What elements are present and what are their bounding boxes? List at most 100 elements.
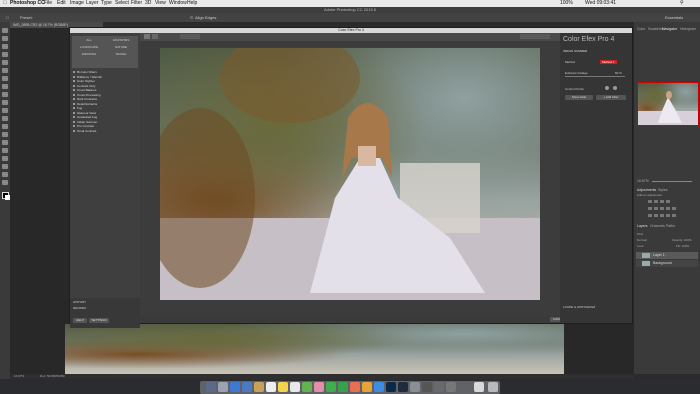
menu-filter[interactable]: Filter [131, 0, 142, 7]
align-edges-checkbox[interactable]: Align Edges [190, 14, 216, 21]
path-select-tool-icon[interactable] [2, 156, 8, 161]
notes-icon[interactable] [278, 382, 288, 392]
tab-favorites[interactable]: FAVORITES [106, 38, 136, 42]
tab-layers[interactable]: Layers [637, 224, 648, 228]
menu-layer[interactable]: Layer [86, 0, 99, 7]
history-section[interactable]: HISTORY [73, 300, 86, 304]
menu-type[interactable]: Type [101, 0, 112, 7]
shape-tool-icon[interactable] [2, 164, 8, 169]
color-balance-icon[interactable] [660, 207, 664, 210]
finder-icon[interactable] [206, 382, 216, 392]
trash-icon[interactable] [488, 382, 498, 392]
system-preferences-icon[interactable] [410, 382, 420, 392]
eraser-tool-icon[interactable] [2, 108, 8, 113]
remove-control-point-icon[interactable] [613, 86, 617, 90]
method-dropdown[interactable]: Method 1 [600, 60, 617, 64]
fill-field[interactable]: Fill: 100% [676, 244, 689, 248]
photo-filter-icon[interactable] [672, 207, 676, 210]
gradient-map-icon[interactable] [666, 214, 670, 217]
tab-nature[interactable]: NATURE [106, 45, 136, 49]
blend-mode-dropdown[interactable]: Normal [637, 238, 647, 242]
navigator-thumbnail[interactable] [637, 82, 699, 126]
dodge-tool-icon[interactable] [2, 132, 8, 137]
menu-image[interactable]: Image [70, 0, 84, 7]
menu-app[interactable]: Photoshop CC [10, 0, 45, 7]
selective-color-icon[interactable] [672, 214, 676, 217]
filter-item[interactable]: Tonal Contrast [73, 129, 137, 133]
menu-edit[interactable]: Edit [57, 0, 66, 7]
vibrance-icon[interactable] [648, 207, 652, 210]
crop-tool-icon[interactable] [2, 60, 8, 65]
navigator-zoom-slider[interactable] [652, 181, 692, 182]
tab-styles[interactable]: Styles [658, 188, 668, 192]
tab-histogram[interactable]: Histogram [680, 27, 696, 31]
single-view-icon[interactable] [144, 34, 150, 39]
brightness-contrast-icon[interactable] [648, 200, 652, 203]
dock-app-icon[interactable] [422, 382, 432, 392]
help-button[interactable]: HELP [73, 318, 87, 323]
dock-app-icon[interactable] [446, 382, 456, 392]
layer-kind-filter[interactable]: Kind [637, 232, 643, 236]
tab-color[interactable]: Color [637, 27, 645, 31]
hand-tool-icon[interactable] [2, 172, 8, 177]
quick-select-tool-icon[interactable] [2, 52, 8, 57]
photos-icon[interactable] [314, 382, 324, 392]
safari-icon[interactable] [230, 382, 240, 392]
threshold-icon[interactable] [660, 214, 664, 217]
hue-saturation-icon[interactable] [654, 207, 658, 210]
tab-landscape[interactable]: LANDSCAPE [74, 45, 104, 49]
menu-help[interactable]: Help [187, 0, 197, 7]
layer-row[interactable]: Background [636, 260, 698, 267]
downloads-stack-icon[interactable] [474, 382, 484, 392]
tab-channels[interactable]: Channels [650, 224, 665, 228]
menu-select[interactable]: Select [115, 0, 129, 7]
add-filter-button[interactable]: + Add Filter [596, 95, 626, 100]
menu-file[interactable]: File [44, 0, 52, 7]
menu-3d[interactable]: 3D [145, 0, 151, 7]
settings-button[interactable]: SETTINGS [89, 318, 109, 323]
tab-travel[interactable]: TRAVEL [106, 52, 136, 56]
background-color-selector[interactable] [520, 34, 550, 39]
app-store-icon[interactable] [374, 382, 384, 392]
foliage-slider[interactable] [565, 76, 625, 77]
compare-button[interactable] [180, 34, 200, 39]
maps-icon[interactable] [302, 382, 312, 392]
tab-paths[interactable]: Paths [666, 224, 675, 228]
tab-swatches[interactable]: Swatches [648, 27, 663, 31]
filter-name[interactable]: INDIAN SUMMER [563, 49, 587, 53]
workspace-switcher[interactable]: Essentials [665, 14, 683, 21]
marquee-tool-icon[interactable]: □ [6, 14, 8, 21]
reminders-icon[interactable] [290, 382, 300, 392]
menu-window[interactable]: Window [169, 0, 187, 7]
exposure-icon[interactable] [666, 200, 670, 203]
invert-icon[interactable] [648, 214, 652, 217]
mail-icon[interactable] [242, 382, 252, 392]
calendar-icon[interactable] [266, 382, 276, 392]
blur-tool-icon[interactable] [2, 124, 8, 129]
eyedropper-tool-icon[interactable] [2, 68, 8, 73]
black-white-icon[interactable] [666, 207, 670, 210]
loupe-histogram-section[interactable]: LOUPE & HISTOGRAM [563, 305, 595, 309]
navigator-zoom[interactable]: 16.67% [637, 179, 649, 183]
tab-wedding[interactable]: WEDDING [74, 52, 104, 56]
tab-navigator[interactable]: Navigator [662, 27, 677, 31]
recipes-section[interactable]: RECIPES [73, 306, 86, 310]
itunes-icon[interactable] [350, 382, 360, 392]
photoshop-icon[interactable] [386, 382, 396, 392]
dock-app-icon[interactable] [434, 382, 444, 392]
posterize-icon[interactable] [654, 214, 658, 217]
tab-adjustments[interactable]: Adjustments [637, 188, 656, 192]
curves-icon[interactable] [660, 200, 664, 203]
history-brush-tool-icon[interactable] [2, 100, 8, 105]
brush-tool-icon[interactable] [2, 84, 8, 89]
layer-row[interactable]: Layer 1 [636, 252, 698, 259]
zoom-tool-icon[interactable] [2, 180, 8, 185]
ibooks-icon[interactable] [362, 382, 372, 392]
tab-all[interactable]: ALL [74, 38, 104, 42]
lightroom-icon[interactable] [398, 382, 408, 392]
facetime-icon[interactable] [338, 382, 348, 392]
healing-tool-icon[interactable] [2, 76, 8, 81]
levels-icon[interactable] [654, 200, 658, 203]
gradient-tool-icon[interactable] [2, 116, 8, 121]
launchpad-icon[interactable] [218, 382, 228, 392]
